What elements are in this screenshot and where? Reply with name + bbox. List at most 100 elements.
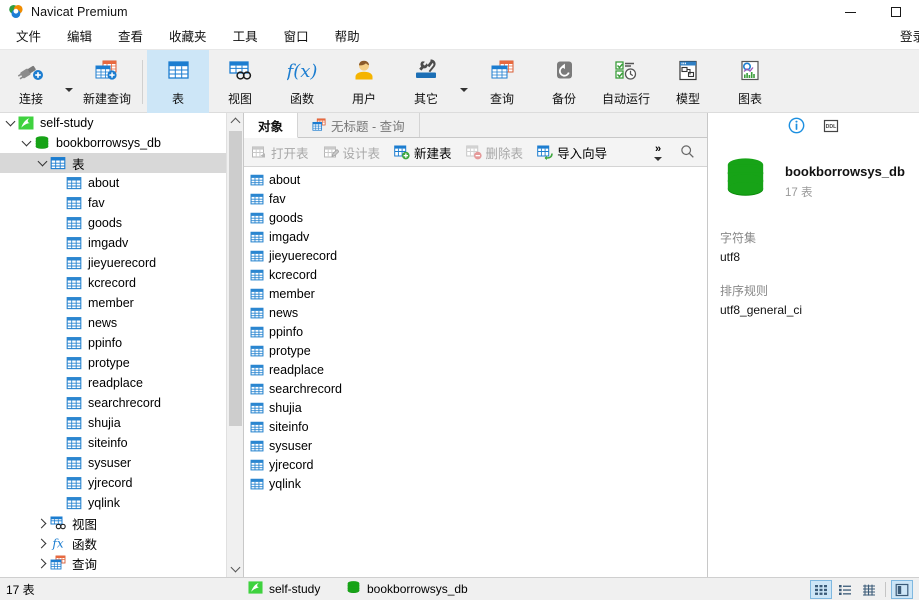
list-item[interactable]: ppinfo [244,322,707,341]
list-item[interactable]: jieyuerecord [244,246,707,265]
ribbon-button-view[interactable]: 视图 [209,50,271,113]
ribbon-button-user[interactable]: 用户 [333,50,395,113]
tree-node-self-study[interactable]: self-study [0,113,243,133]
list-item[interactable]: kcrecord [244,265,707,284]
list-item[interactable]: yjrecord [244,455,707,474]
tree-node-label: fav [88,196,105,210]
new-table-button[interactable]: 新建表 [387,138,459,167]
expander-chevron-right-icon[interactable] [34,533,50,553]
tree-node-siteinfo[interactable]: siteinfo [0,433,243,453]
search-button[interactable] [675,138,699,167]
status-database[interactable]: bookborrowsys_db [346,580,468,598]
tree-node-ppinfo[interactable]: ppinfo [0,333,243,353]
login-link[interactable]: 登录 [900,24,919,50]
tree-node-yqlink[interactable]: yqlink [0,493,243,513]
expander-chevron-down-icon[interactable] [2,113,18,133]
list-item[interactable]: sysuser [244,436,707,455]
menu-favorites[interactable]: 收藏夹 [156,24,220,50]
connection-dropdown-arrow[interactable] [62,50,76,113]
grid-view-button[interactable] [810,580,832,599]
list-item[interactable]: about [244,170,707,189]
ribbon-button-table[interactable]: 表 [147,50,209,113]
ribbon-button-chart[interactable]: 图表 [719,50,781,113]
list-item[interactable]: searchrecord [244,379,707,398]
list-item[interactable]: yqlink [244,474,707,493]
tree-node-readplace[interactable]: readplace [0,373,243,393]
tree-node-shujia[interactable]: shujia [0,413,243,433]
tab-objects[interactable]: 对象 [244,113,299,138]
list-item[interactable]: fav [244,189,707,208]
model-icon [673,56,703,86]
import-wizard-button[interactable]: 导入向导 [530,138,614,167]
tree-node-goods[interactable]: goods [0,213,243,233]
database-icon [346,580,361,598]
minimize-button[interactable] [827,0,873,24]
tree-node-news[interactable]: news [0,313,243,333]
other-dropdown-arrow[interactable] [457,50,471,113]
ribbon-button-backup[interactable]: 备份 [533,50,595,113]
tree-node-kcrecord[interactable]: kcrecord [0,273,243,293]
list-view-button[interactable] [834,580,856,599]
open-table-button[interactable]: 打开表 [244,138,316,167]
expander-chevron-down-icon[interactable] [18,133,34,153]
tree-scrollbar[interactable] [226,113,243,577]
ribbon-button-automation[interactable]: 自动运行 [595,50,657,113]
object-list[interactable]: about fav goods imgadv jieyuerecord kcrecord m… [244,167,707,577]
menu-tools[interactable]: 工具 [220,24,271,50]
list-item[interactable]: shujia [244,398,707,417]
scroll-up-button[interactable] [227,113,243,130]
tree-node-sysuser[interactable]: sysuser [0,453,243,473]
status-connection[interactable]: self-study [248,580,320,598]
tree-node-[interactable]: 表 [0,153,243,173]
tree-node-member[interactable]: member [0,293,243,313]
tab-untitled-query[interactable]: 无标题 - 查询 [298,113,420,137]
menu-edit[interactable]: 编辑 [54,24,105,50]
expander-chevron-down-icon[interactable] [34,153,50,173]
info-button[interactable] [787,117,807,137]
tree-node-jieyuerecord[interactable]: jieyuerecord [0,253,243,273]
tree-node-[interactable]: 视图 [0,513,243,533]
ribbon-button-other[interactable]: 其它 [395,50,457,113]
design-table-button[interactable]: 设计表 [316,138,388,167]
menu-window[interactable]: 窗口 [271,24,322,50]
list-item[interactable]: member [244,284,707,303]
ddl-button[interactable]: DDL [821,117,841,137]
menu-help[interactable]: 帮助 [322,24,373,50]
tree-node-about[interactable]: about [0,173,243,193]
ribbon-button-new-query[interactable]: 新建查询 [76,50,138,113]
tree-node-protype[interactable]: protype [0,353,243,373]
scroll-down-button[interactable] [227,560,243,577]
list-item[interactable]: goods [244,208,707,227]
expander-chevron-right-icon[interactable] [34,513,50,533]
scrollbar-thumb[interactable] [229,131,242,426]
table-icon [66,215,82,231]
tree-node-imgadv[interactable]: imgadv [0,233,243,253]
list-item[interactable]: readplace [244,360,707,379]
delete-table-button[interactable]: 删除表 [459,138,531,167]
tree-node-bookborrowsys_db[interactable]: bookborrowsys_db [0,133,243,153]
list-item[interactable]: protype [244,341,707,360]
ribbon-button-query[interactable]: 查询 [471,50,533,113]
tree-node-[interactable]: fx 函数 [0,533,243,553]
maximize-button[interactable] [873,0,919,24]
expander-chevron-right-icon[interactable] [34,553,50,573]
toolbar-overflow-button[interactable]: » [647,138,669,167]
list-item[interactable]: imgadv [244,227,707,246]
function-icon: f(x) [287,56,317,86]
list-item[interactable]: news [244,303,707,322]
tree-node-[interactable]: 查询 [0,553,243,573]
list-item[interactable]: siteinfo [244,417,707,436]
tree-node-yjrecord[interactable]: yjrecord [0,473,243,493]
ribbon-button-function[interactable]: f(x) 函数 [271,50,333,113]
preview-pane-button[interactable] [891,580,913,599]
tree-node-searchrecord[interactable]: searchrecord [0,393,243,413]
menu-file[interactable]: 文件 [3,24,54,50]
menu-view[interactable]: 查看 [105,24,156,50]
tree-node-fav[interactable]: fav [0,193,243,213]
ribbon-button-connection[interactable]: 连接 [0,50,62,113]
ribbon-button-model[interactable]: 模型 [657,50,719,113]
detail-view-button[interactable] [858,580,880,599]
center-panel: 对象 无标题 - 查询 打开表 设计表 新建表 删除表 导入向导 » about… [244,113,707,577]
